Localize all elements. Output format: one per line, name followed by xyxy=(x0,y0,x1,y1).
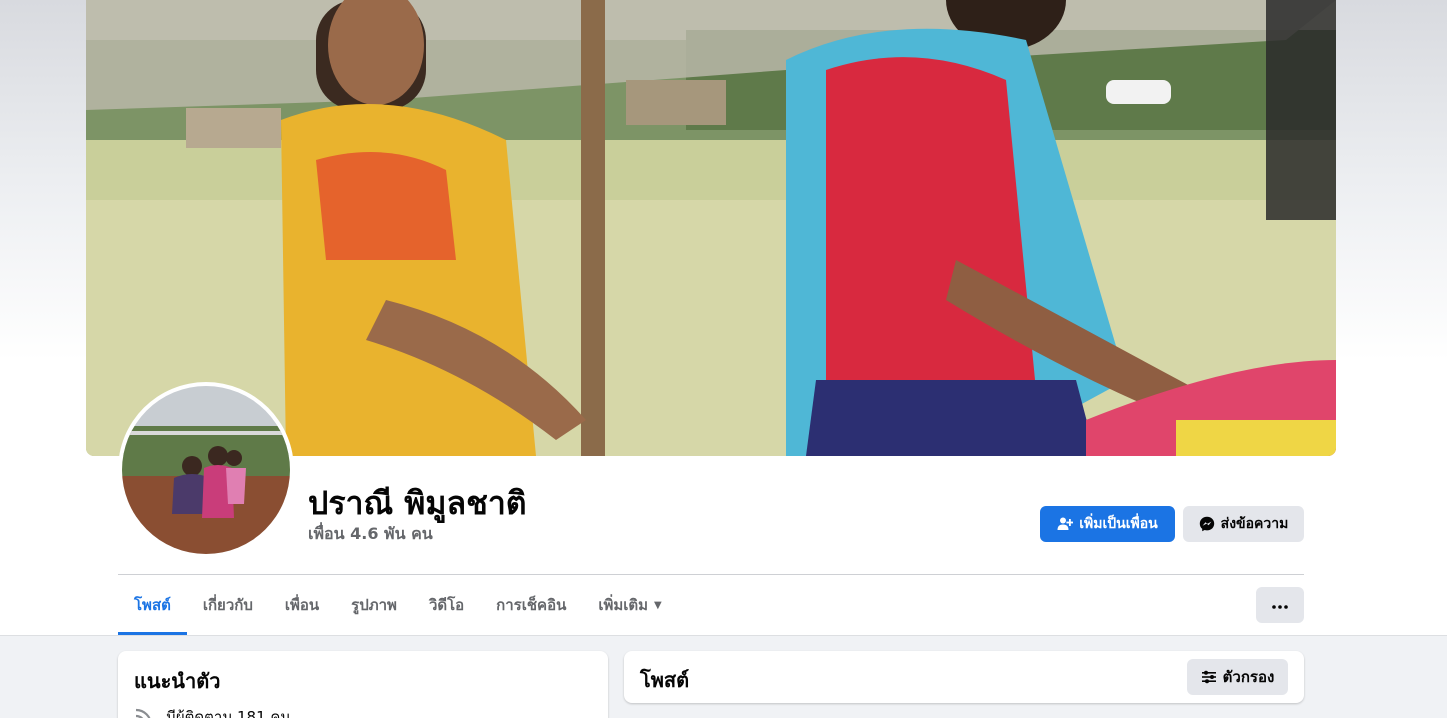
ellipsis-icon xyxy=(1272,596,1288,614)
message-label: ส่งข้อความ xyxy=(1220,516,1289,532)
tab-friends[interactable]: เพื่อน xyxy=(269,575,335,635)
followers-count[interactable]: มีผู้ติดตาม 181 คน xyxy=(166,705,291,718)
intro-title: แนะนำตัว xyxy=(134,669,221,693)
caret-down-icon: ▼ xyxy=(654,599,662,611)
posts-card: โพสต์ ตัวกรอง xyxy=(624,651,1304,703)
filter-label: ตัวกรอง xyxy=(1222,668,1275,686)
tab-posts[interactable]: โพสต์ xyxy=(118,575,187,635)
followers-row: มีผู้ติดตาม 181 คน xyxy=(134,705,291,718)
tab-about[interactable]: เกี่ยวกับ xyxy=(187,575,269,635)
add-friend-label: เพิ่มเป็นเพื่อน xyxy=(1079,516,1158,532)
tab-check-ins[interactable]: การเช็คอิน xyxy=(480,575,582,635)
person-plus-icon xyxy=(1057,516,1074,532)
profile-tabs: โพสต์ เกี่ยวกับ เพื่อน รูปภาพ วิดีโอ การ… xyxy=(118,575,678,635)
more-options-button[interactable] xyxy=(1256,587,1304,623)
add-friend-button[interactable]: เพิ่มเป็นเพื่อน xyxy=(1040,506,1175,542)
message-button[interactable]: ส่งข้อความ xyxy=(1183,506,1304,542)
sliders-icon xyxy=(1201,669,1217,685)
rss-icon xyxy=(134,707,154,718)
filter-button[interactable]: ตัวกรอง xyxy=(1187,659,1288,695)
friend-count[interactable]: เพื่อน 4.6 พัน คน xyxy=(308,522,433,547)
cover-photo[interactable] xyxy=(86,0,1336,456)
profile-avatar[interactable] xyxy=(118,382,294,558)
messenger-icon xyxy=(1199,516,1215,532)
tab-videos[interactable]: วิดีโอ xyxy=(413,575,480,635)
posts-title: โพสต์ xyxy=(640,668,690,692)
tab-photos[interactable]: รูปภาพ xyxy=(335,575,413,635)
tab-more[interactable]: เพิ่มเติม ▼ xyxy=(582,575,677,635)
intro-card: แนะนำตัว มีผู้ติดตาม 181 คน xyxy=(118,651,608,718)
